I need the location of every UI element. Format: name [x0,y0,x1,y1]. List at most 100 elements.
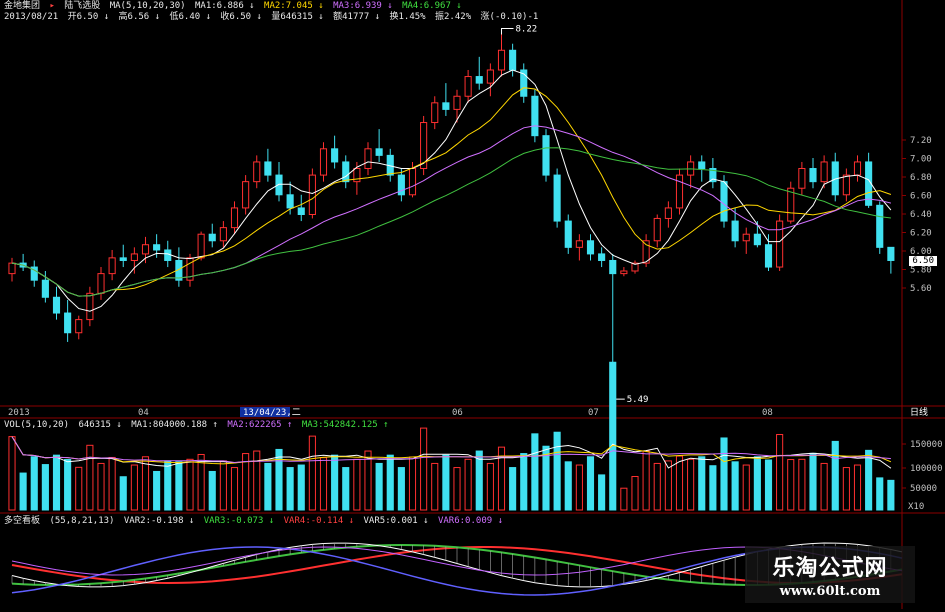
volume-bar-down [475,450,483,511]
volume-bar-down [208,470,216,511]
volume-unit-label: X10 [908,502,924,512]
candle-up [253,161,261,183]
volume-ma2: MA2:622265 ↑ [227,420,293,430]
ma4-line [11,147,891,297]
candle-up [787,187,795,222]
price-tick-label: 5.80 [910,266,932,276]
candle-down [698,161,706,170]
candle-down [509,49,517,71]
candle-up [853,161,862,176]
quote-date: 2013/08/21 [4,12,59,22]
volume-bar-down [564,461,572,511]
volume-bar-down [41,464,49,511]
volume-label[interactable]: VOL(5,10,20) [4,420,69,430]
period-label: 日线 [910,406,928,418]
volume-bar-down [397,467,405,511]
volume-bar-down [509,467,517,511]
candle-up [8,262,16,275]
quote-amount: 额41777 ↓ [333,12,381,22]
volume-bar-down [531,433,539,511]
time-axis-label: 04 [138,408,149,418]
price-header-row1: 金地集团 ▸ 陆飞选股 MA(5,10,20,30) MA1:6.886 ↓ M… [4,1,466,12]
volume-bar-up [141,456,150,511]
candle-up [575,240,583,248]
quote-open: 开6.50 ↓ [67,12,110,22]
volume-bar-up [230,467,239,511]
candle-down [297,207,305,215]
indicator-params: (55,8,21,13) [49,516,115,526]
indicator-label[interactable]: 多空看板 [4,516,40,526]
volume-bar-down [442,454,450,511]
selected-date-label: 13/04/23,二 [243,408,301,418]
volume-bar-down [52,454,61,511]
volume-bar-up [575,464,583,511]
low-marker-label: 5.49 [627,395,649,405]
ma1-value: MA1:6.886 ↓ [195,1,255,11]
volume-bar-down [297,464,305,511]
volume-bar-down [119,476,127,511]
volume-bar-down [698,456,706,511]
candle-down [764,244,773,268]
volume-bar-down [809,452,817,511]
volume-bar-up [97,462,105,511]
volume-bar-down [586,456,595,511]
candle-down [876,204,884,248]
volume-tick-label: 100000 [910,464,943,474]
candle-up [408,168,417,196]
volume-bar-down [275,448,283,511]
price-header-row2: 2013/08/21 开6.50 ↓ 高6.56 ↓ 低6.40 ↓ 收6.50… [4,12,542,23]
time-axis-label: 2013 [8,408,30,418]
volume-bar-down [876,477,884,511]
ma2-value: MA2:7.045 ↓ [264,1,324,11]
quote-change: 涨(-0.10)-1 [480,12,539,22]
candle-down [553,174,561,222]
candle-down [64,312,72,334]
candle-down [442,102,450,110]
high-marker-label: 8.22 [516,25,538,35]
candle-down [286,194,294,209]
volume-bar-down [153,470,161,511]
indicator-arrow-icon: ▸ [49,1,55,11]
kline-chart-window[interactable]: 7.20 7.00 6.80 6.60 6.40 6.20 6.00 5.80 5.60 2013… [0,0,945,609]
candle-up [453,95,461,110]
var4-value: VAR4:-0.114 ↓ [283,516,355,526]
indicator-name[interactable]: 陆飞选股 [64,1,100,11]
volume-bar-up [353,458,361,511]
candle-up [130,253,138,261]
stock-name[interactable]: 金地集团 [4,1,40,11]
volume-bar-up [798,458,806,511]
volume-bar-down [731,461,739,511]
quote-turnover: 换1.45% [389,12,426,22]
candle-up [141,244,150,255]
volume-tick-label: 50000 [910,484,937,494]
var2-value: VAR2:-0.198 ↓ [123,516,195,526]
volume-bar-down [831,440,839,511]
volume-bar-down [175,461,183,511]
candle-up [497,49,506,71]
candle-up [75,319,83,334]
volume-bar-up [631,476,639,511]
price-tick-label: 6.80 [910,173,932,183]
price-tick-label: 7.00 [910,155,932,165]
price-tick-label: 6.20 [910,229,932,239]
candle-up [776,220,784,268]
candle-down [275,174,283,196]
volume-bar-up [253,450,261,511]
quote-amplitude: 振2.42% [435,12,472,22]
volume-bar-down [598,474,606,511]
volume-bar-up [108,456,116,511]
volume-bar-up [820,462,828,511]
candle-up [742,233,750,242]
var5-value: VAR5:0.001 ↓ [363,516,429,526]
volume-tick-label: 150000 [910,440,943,450]
volume-bar-up [364,450,372,511]
candle-down [264,161,272,176]
watermark-url: www.60lt.com [779,584,881,599]
candle-up [664,207,672,219]
candles-group [8,34,895,394]
volume-bar-up [842,467,850,511]
volume-bar-down [64,459,72,511]
candle-up [620,270,628,275]
var6-value: VAR6:0.009 ↓ [437,516,503,526]
time-axis-label: 08 [762,408,773,418]
